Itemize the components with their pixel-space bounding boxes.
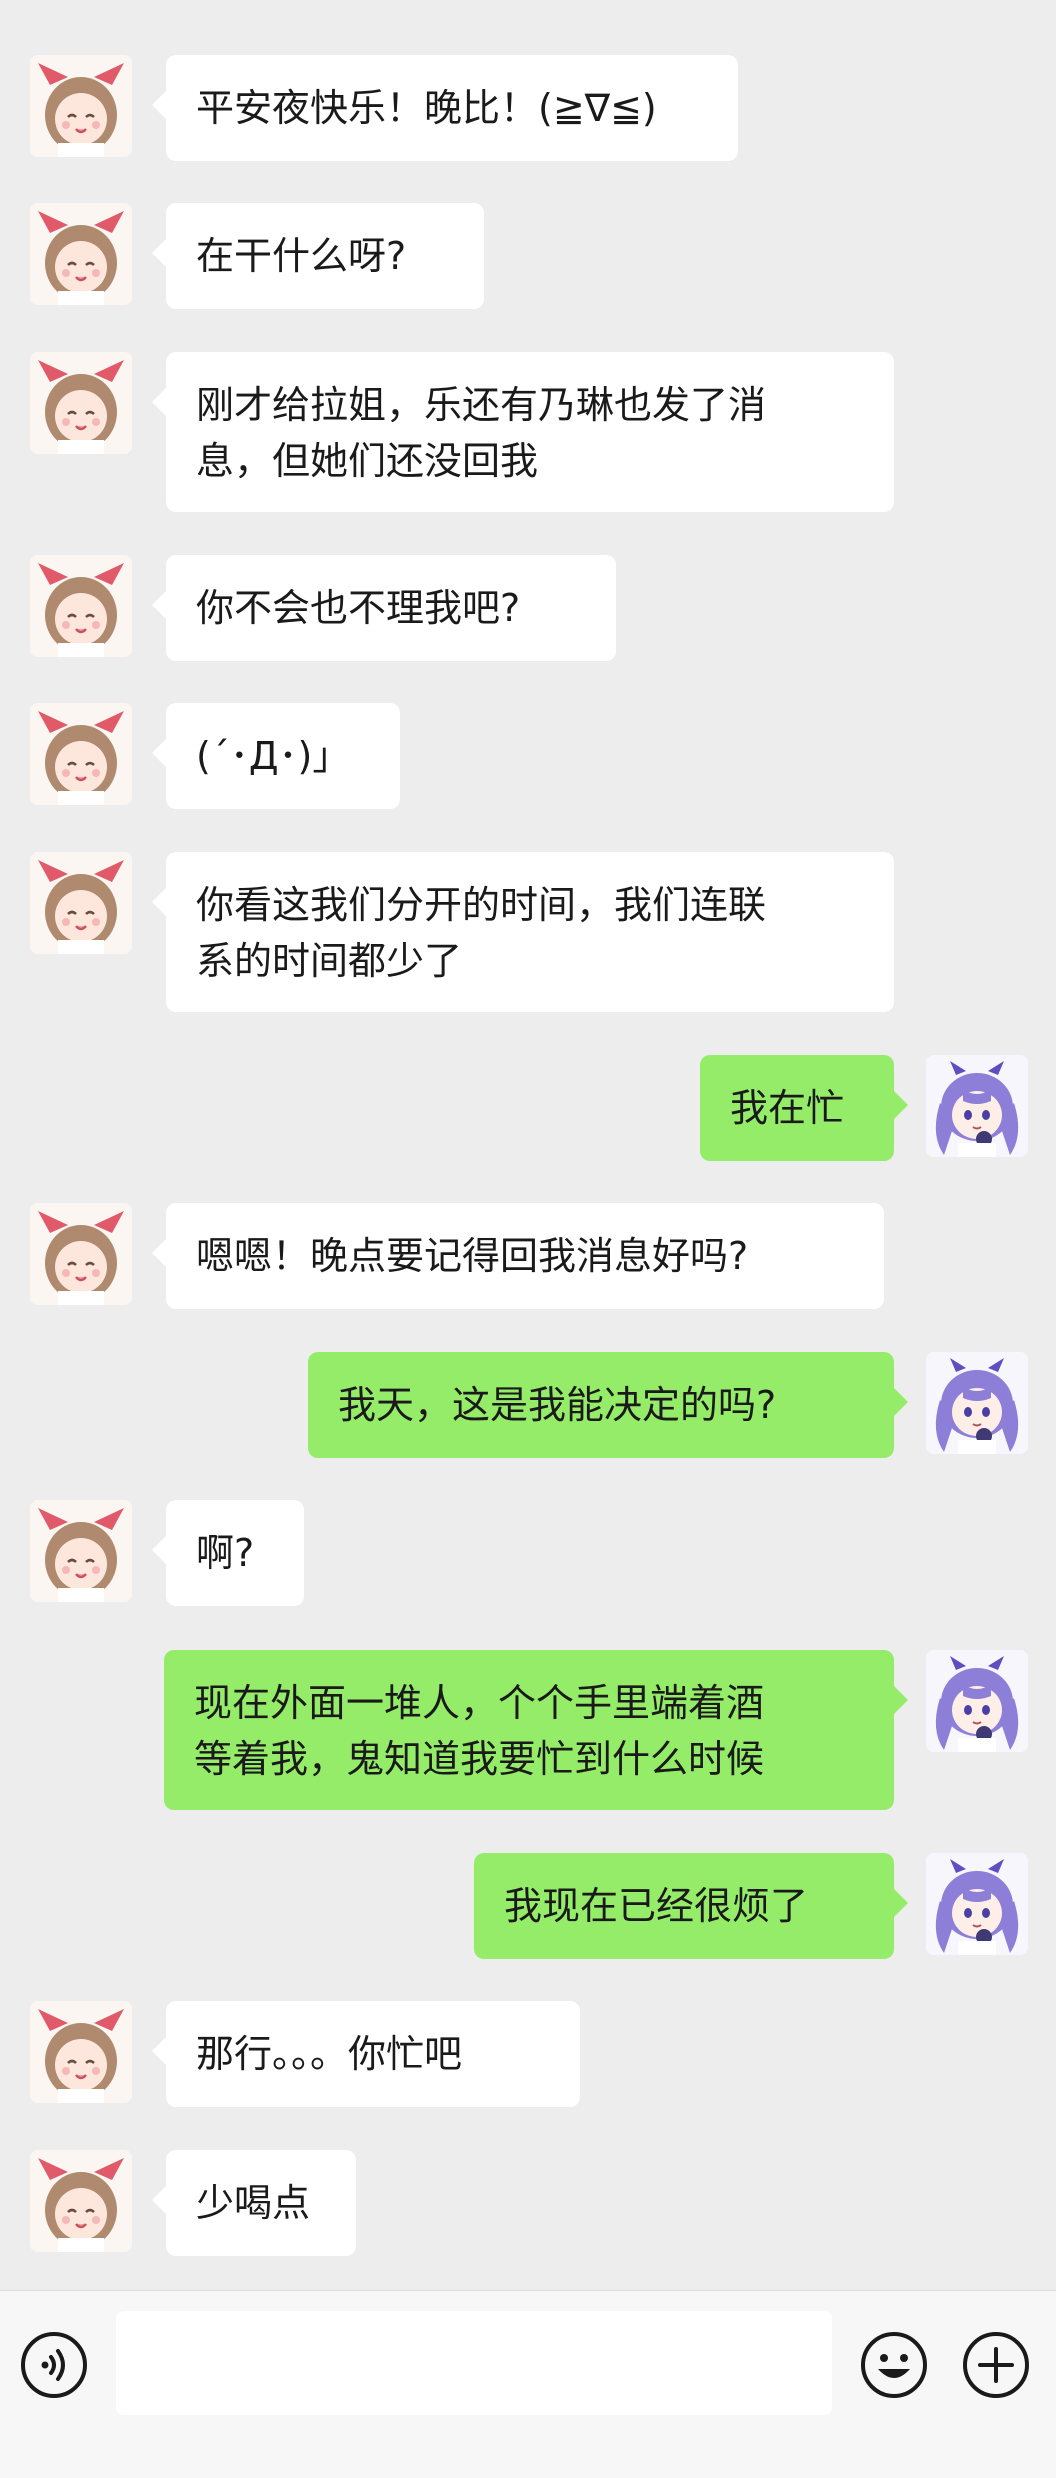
avatar[interactable]	[30, 203, 132, 305]
avatar[interactable]	[30, 2001, 132, 2103]
avatar[interactable]	[30, 852, 132, 954]
avatar[interactable]	[30, 2150, 132, 2252]
message-bubble[interactable]: (´･Д･)」	[152, 703, 400, 809]
message-input[interactable]	[116, 2311, 832, 2415]
emoji-icon[interactable]	[858, 2329, 930, 2401]
message-bubble[interactable]: 嗯嗯！晚点要记得回我消息好吗?	[152, 1203, 884, 1309]
voice-icon[interactable]	[18, 2329, 90, 2401]
avatar[interactable]	[30, 352, 132, 454]
avatar[interactable]	[926, 1853, 1028, 1955]
plus-icon[interactable]	[960, 2329, 1032, 2401]
anime-girl-bow-avatar	[30, 2001, 132, 2103]
anime-girl-bow-avatar	[30, 55, 132, 157]
message-bubble[interactable]: 那行。。。你忙吧	[152, 2001, 580, 2107]
message-bubble[interactable]: 我现在已经很烦了	[474, 1853, 908, 1959]
anime-girl-purple-avatar	[926, 1650, 1028, 1752]
avatar[interactable]	[926, 1055, 1028, 1157]
message-bubble[interactable]: 刚才给拉姐，乐还有乃琳也发了消 息，但她们还没回我	[152, 352, 894, 512]
chat-area: 平安夜快乐！晚比！(≧∇≦) 在干什么呀? 刚才给拉姐，乐还有乃琳也发了消 息，…	[0, 0, 1056, 2290]
anime-girl-bow-avatar	[30, 1500, 132, 1602]
anime-girl-bow-avatar	[30, 352, 132, 454]
anime-girl-bow-avatar	[30, 1203, 132, 1305]
avatar[interactable]	[926, 1650, 1028, 1752]
message-bubble[interactable]: 在干什么呀?	[152, 203, 484, 309]
message-bubble[interactable]: 你看这我们分开的时间，我们连联 系的时间都少了	[152, 852, 894, 1012]
avatar[interactable]	[926, 1352, 1028, 1454]
avatar[interactable]	[30, 1203, 132, 1305]
avatar[interactable]	[30, 1500, 132, 1602]
message-bubble[interactable]: 我在忙	[700, 1055, 908, 1161]
anime-girl-bow-avatar	[30, 2150, 132, 2252]
anime-girl-bow-avatar	[30, 703, 132, 805]
message-bubble[interactable]: 我天，这是我能决定的吗?	[308, 1352, 908, 1458]
message-bubble[interactable]: 平安夜快乐！晚比！(≧∇≦)	[152, 55, 738, 161]
message-bubble[interactable]: 啊?	[152, 1500, 304, 1606]
avatar[interactable]	[30, 703, 132, 805]
anime-girl-bow-avatar	[30, 555, 132, 657]
input-bar	[0, 2290, 1056, 2478]
message-bubble[interactable]: 你不会也不理我吧?	[152, 555, 616, 661]
anime-girl-purple-avatar	[926, 1352, 1028, 1454]
anime-girl-purple-avatar	[926, 1853, 1028, 1955]
message-bubble[interactable]: 现在外面一堆人，个个手里端着酒 等着我，鬼知道我要忙到什么时候	[164, 1650, 908, 1810]
message-bubble[interactable]: 少喝点	[152, 2150, 356, 2256]
avatar[interactable]	[30, 55, 132, 157]
anime-girl-purple-avatar	[926, 1055, 1028, 1157]
avatar[interactable]	[30, 555, 132, 657]
anime-girl-bow-avatar	[30, 203, 132, 305]
anime-girl-bow-avatar	[30, 852, 132, 954]
